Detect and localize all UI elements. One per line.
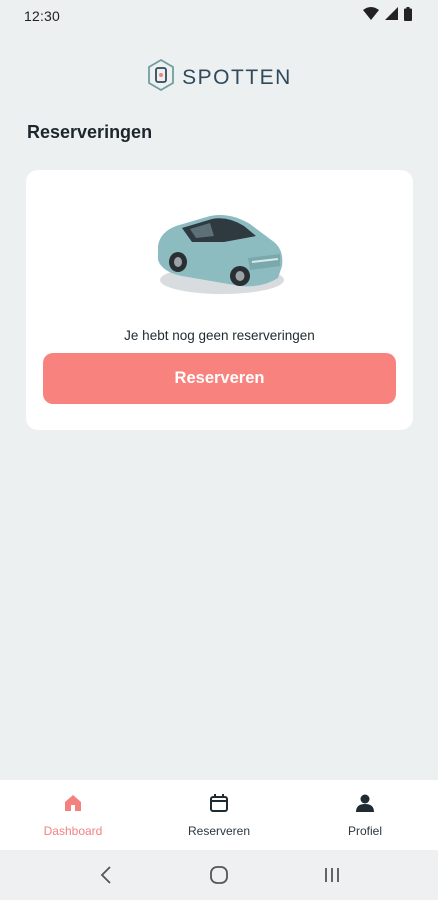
home-icon [63, 793, 83, 818]
empty-state-message: Je hebt nog geen reserveringen [124, 328, 315, 343]
nav-label-profiel: Profiel [347, 823, 382, 838]
logo-text: SPOTTEN [182, 65, 292, 89]
nav-label-dashboard: Dashboard [43, 823, 103, 838]
app-screen: 12:30 SPOTTEN Reserveringen Je hebt nog … [0, 0, 438, 900]
nav-item-dashboard[interactable]: Dashboard [0, 780, 146, 850]
person-icon [355, 793, 375, 818]
back-icon[interactable] [86, 860, 126, 890]
home-circle-icon[interactable] [199, 860, 239, 890]
battery-icon [404, 6, 412, 26]
reserve-button[interactable]: Reserveren [43, 353, 396, 404]
reservations-card: Je hebt nog geen reserveringen Reservere… [26, 170, 413, 430]
system-nav-bar [0, 850, 438, 900]
status-icons [363, 6, 412, 26]
app-logo: SPOTTEN [0, 58, 438, 97]
signal-icon [385, 7, 398, 25]
calendar-icon [209, 793, 229, 818]
nav-item-profiel[interactable]: Profiel [292, 780, 438, 850]
status-bar: 12:30 [0, 0, 438, 32]
spotten-logo-icon [146, 58, 176, 97]
bottom-nav: Dashboard Reserveren Profiel [0, 780, 438, 850]
wifi-icon [363, 7, 379, 25]
status-time: 12:30 [24, 8, 61, 24]
recents-icon[interactable] [312, 860, 352, 890]
car-illustration [152, 202, 288, 300]
nav-item-reserveren[interactable]: Reserveren [146, 780, 292, 850]
nav-label-reserveren: Reserveren [187, 823, 251, 838]
page-title: Reserveringen [27, 122, 153, 142]
